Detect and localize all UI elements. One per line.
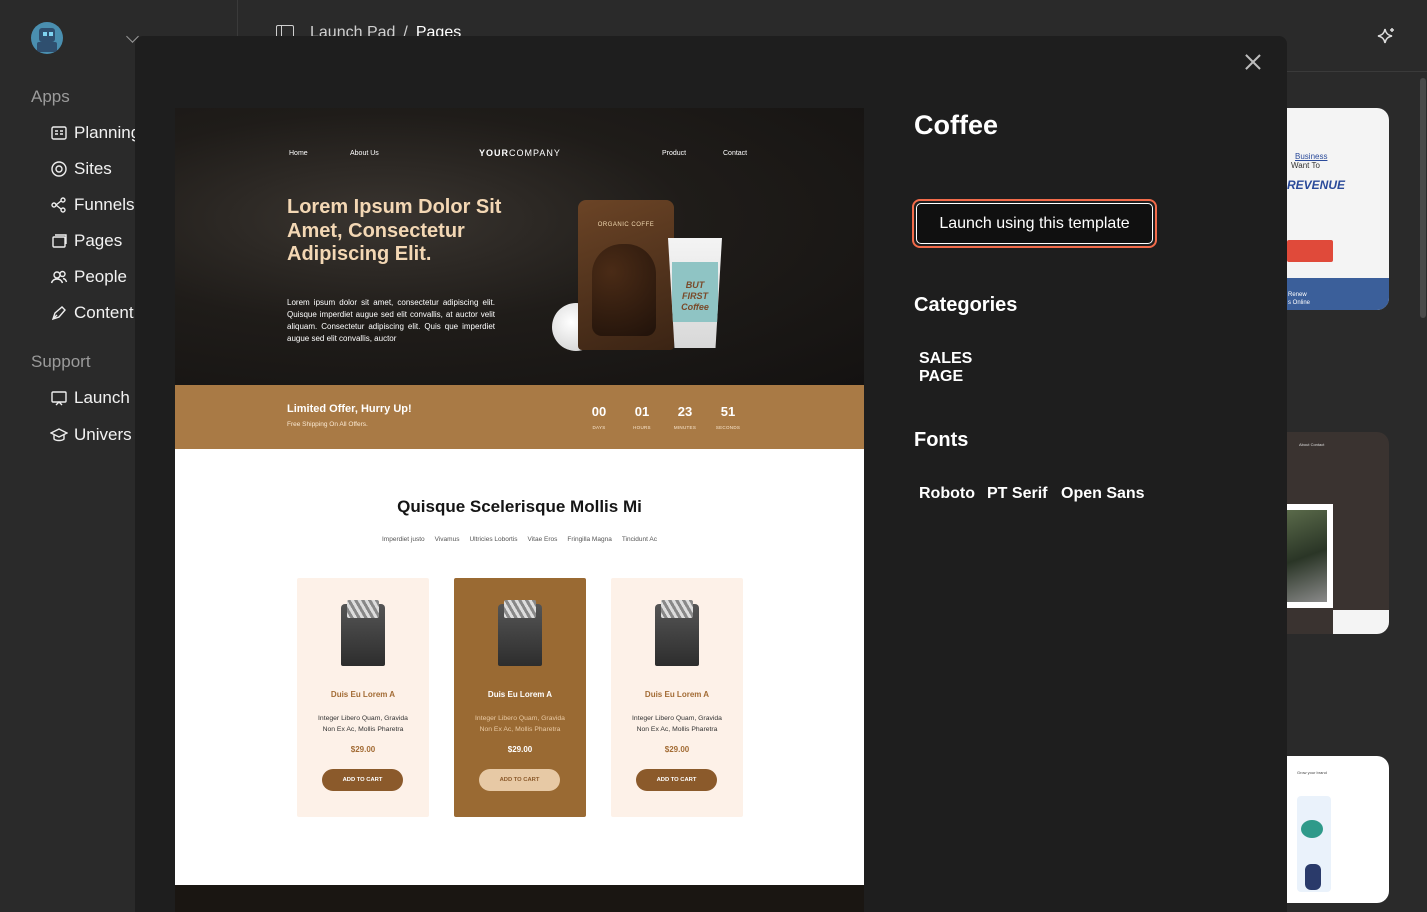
preview-hero: Home About Us YOURCOMPANY Product Contac… (175, 108, 864, 385)
preview-products-section: Quisque Scelerisque Mollis Mi Imperdiet … (175, 449, 864, 885)
card-text: About Contact (1299, 442, 1325, 447)
launch-template-button[interactable]: Launch using this template (912, 199, 1157, 248)
sidebar-item-planning[interactable]: Planning (50, 119, 140, 147)
product-desc: Integer Libero Quam, Gravida Non Ex Ac, … (632, 715, 722, 733)
sidebar-item-label: People (74, 267, 127, 286)
product-name: Duis Eu Lorem A (330, 690, 396, 699)
sidebar-item-pages[interactable]: Pages (50, 227, 122, 255)
sidebar-item-launch[interactable]: Launch (50, 384, 130, 412)
graduation-cap-icon (50, 428, 68, 442)
people-icon (50, 270, 68, 284)
sidebar-item-sites[interactable]: Sites (50, 155, 112, 183)
sidebar-item-content[interactable]: Content (50, 299, 134, 327)
sidebar-item-label: Pages (74, 231, 123, 250)
template-title: Coffee (914, 110, 999, 140)
preview-offer-bar: Limited Offer, Hurry Up! Free Shipping O… (175, 385, 864, 449)
tag: Imperdiet justo (382, 536, 425, 543)
font-chip: PT Serif (987, 485, 1048, 502)
font-chip: Roboto (919, 485, 975, 502)
product-name: Duis Eu Lorem A (644, 690, 710, 699)
add-to-cart-button[interactable]: ADD TO CART (479, 769, 560, 791)
launch-button-label: Launch using this template (916, 203, 1153, 244)
preview-nav-product: Product (662, 150, 687, 157)
sidebar-item-label: Funnels (74, 195, 135, 214)
coffee-bag-icon (498, 600, 542, 666)
card-text: Want To (1291, 161, 1320, 170)
sidebar-item-label: Sites (74, 159, 112, 178)
countdown-hours: 01 HOURS (633, 404, 651, 430)
add-to-cart-button[interactable]: ADD TO CART (636, 769, 717, 791)
product-card: Duis Eu Lorem A Integer Libero Quam, Gra… (297, 578, 429, 817)
section-label-support: Support (31, 352, 91, 371)
card-text: s Online (1288, 300, 1311, 306)
product-price: $29.00 (664, 745, 690, 754)
offer-subtitle: Free Shipping On All Offers. (287, 421, 368, 428)
sidebar-item-label: Launch (74, 388, 130, 407)
card-text: Business (1295, 152, 1328, 161)
card-text: Grow your brand (1297, 770, 1327, 775)
pen-icon (51, 306, 66, 321)
countdown-seconds: 51 SECONDS (715, 404, 741, 430)
product-desc: Integer Libero Quam, Gravida Non Ex Ac, … (475, 715, 565, 733)
template-preview-modal: Home About Us YOURCOMPANY Product Contac… (135, 36, 1287, 912)
cup-text: BUT FIRST Coffee (681, 280, 709, 312)
planning-icon (51, 126, 67, 140)
presentation-icon (51, 391, 67, 406)
coffee-bag-icon (655, 600, 699, 666)
tag: Vitae Eros (527, 536, 558, 543)
product-card: Duis Eu Lorem A Integer Libero Quam, Gra… (611, 578, 743, 817)
add-to-cart-button[interactable]: ADD TO CART (322, 769, 403, 791)
product-card: Duis Eu Lorem A Integer Libero Quam, Gra… (454, 578, 586, 817)
bag-label: ORGANIC COFFE (597, 222, 655, 228)
template-card[interactable]: Business Want To REVENUE Renew s Online (1287, 108, 1389, 310)
offer-title: Limited Offer, Hurry Up! (287, 403, 412, 415)
preview-tags: Imperdiet justo Vivamus Ultricies Lobort… (175, 536, 864, 543)
sidebar-item-label: Planning (74, 123, 141, 142)
product-desc: Integer Libero Quam, Gravida Non Ex Ac, … (318, 715, 408, 733)
font-chip: Open Sans (1061, 485, 1145, 502)
fonts-heading: Fonts (914, 429, 969, 451)
coffee-bag-image: ORGANIC COFFE (578, 200, 674, 350)
preview-section-title: Quisque Scelerisque Mollis Mi (397, 497, 642, 516)
categories-heading: Categories (914, 294, 1018, 316)
globe-icon (51, 161, 67, 177)
funnel-icon (51, 197, 66, 213)
card-text: Renew (1288, 292, 1307, 298)
sidebar-item-label: Content (74, 303, 134, 322)
tag: Vivamus (434, 536, 460, 543)
card-text: REVENUE (1287, 178, 1346, 192)
template-preview[interactable]: Home About Us YOURCOMPANY Product Contac… (175, 108, 864, 912)
pages-icon (52, 234, 67, 248)
countdown-minutes: 23 MINUTES (673, 404, 697, 430)
sparkle-icon[interactable] (1374, 26, 1396, 48)
sidebar-item-label: Univers (74, 425, 132, 444)
coffee-cup-image: BUT FIRST Coffee (668, 238, 722, 348)
preview-brand: YOURCOMPANY (479, 148, 561, 158)
close-icon[interactable] (1243, 52, 1263, 72)
section-label-apps: Apps (31, 87, 70, 106)
preview-footer (175, 885, 864, 912)
template-card[interactable]: About Contact (1287, 432, 1389, 634)
countdown-days: 00 DAYS (591, 404, 607, 430)
workspace-avatar[interactable] (31, 22, 63, 54)
product-price: $29.00 (507, 745, 533, 754)
preview-hero-text: Lorem ipsum dolor sit amet, consectetur … (287, 298, 495, 343)
preview-hero-title: Lorem Ipsum Dolor Sit Amet, Consectetur … (287, 196, 502, 265)
coffee-bag-icon (341, 600, 385, 666)
sidebar-item-university[interactable]: Univers (50, 421, 132, 449)
product-price: $29.00 (350, 745, 376, 754)
template-card[interactable]: Grow your brand (1287, 756, 1389, 903)
preview-nav-contact: Contact (723, 150, 748, 157)
preview-nav-home: Home (289, 150, 308, 157)
tag: Ultricies Lobortis (469, 536, 518, 543)
tag: Fringilla Magna (567, 536, 612, 543)
product-name: Duis Eu Lorem A (487, 690, 553, 699)
sidebar-item-people[interactable]: People (50, 263, 127, 291)
tag: Tincidunt Ac (621, 536, 657, 543)
preview-nav-about: About Us (350, 150, 379, 157)
scrollbar-thumb[interactable] (1420, 78, 1426, 318)
category-chip: SALES PAGE (919, 350, 973, 385)
sidebar-item-funnels[interactable]: Funnels (50, 191, 134, 219)
